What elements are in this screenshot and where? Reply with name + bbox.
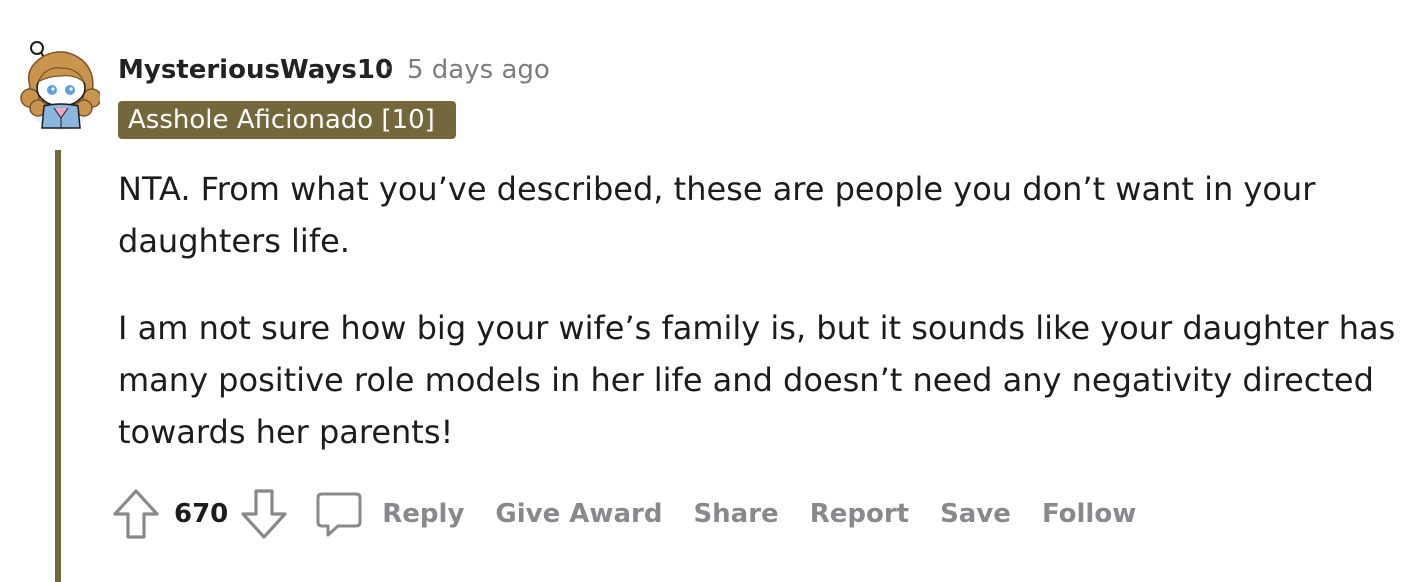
- save-button[interactable]: Save: [940, 499, 1011, 529]
- vote-score: 670: [174, 499, 229, 529]
- report-button[interactable]: Report: [810, 499, 909, 529]
- meta-separator: ·: [384, 54, 393, 84]
- comment-paragraph: I am not sure how big your wife’s family…: [118, 309, 1396, 451]
- thread-line[interactable]: [55, 150, 61, 582]
- share-button[interactable]: Share: [693, 499, 778, 529]
- username[interactable]: MysteriousWays10: [118, 55, 393, 85]
- comment-paragraph: NTA. From what you’ve described, these a…: [118, 170, 1316, 260]
- downvote-arrow-icon: [241, 489, 287, 539]
- comment-bubble-icon: [316, 492, 362, 537]
- upvote-button[interactable]: [112, 488, 160, 540]
- user-flair: Asshole Aficionado [10]: [118, 101, 456, 139]
- upvote-arrow-icon: [113, 489, 159, 539]
- reply-label: Reply: [382, 499, 465, 529]
- give-award-button[interactable]: Give Award: [495, 499, 662, 529]
- follow-button[interactable]: Follow: [1042, 499, 1136, 529]
- timestamp[interactable]: 5 days ago: [407, 55, 550, 85]
- reply-button[interactable]: Reply: [314, 489, 464, 539]
- downvote-button[interactable]: [240, 488, 288, 540]
- avatar-image: [20, 41, 102, 130]
- comment-action-bar: 670 Reply Give Award Share Report Save F…: [112, 486, 1167, 542]
- avatar[interactable]: [16, 38, 102, 132]
